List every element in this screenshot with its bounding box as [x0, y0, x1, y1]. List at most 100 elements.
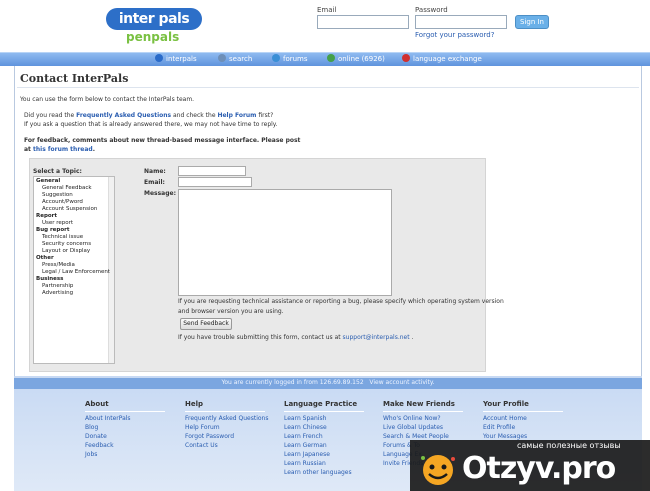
footer-link[interactable]: Learn Spanish	[284, 415, 326, 422]
tech-note-2: and browser version you are using.	[178, 308, 284, 315]
main-nav: interpals search forums online (6926) la…	[0, 52, 650, 66]
globe-icon	[155, 54, 163, 62]
trouble-suffix: .	[409, 334, 414, 341]
topic-option[interactable]: Suggestion	[42, 192, 73, 198]
footer-link[interactable]: Live Global Updates	[383, 424, 443, 431]
watermark-logo	[421, 455, 455, 485]
footer-link[interactable]: Donate	[85, 433, 107, 440]
topic-option[interactable]: Legal / Law Enforcement	[42, 269, 110, 275]
forum-icon	[272, 54, 280, 62]
footer-link[interactable]: Blog	[85, 424, 98, 431]
email-input[interactable]	[178, 177, 252, 187]
login-password-input[interactable]	[415, 15, 507, 29]
topic-option[interactable]: User report	[42, 220, 73, 226]
faq-prefix: Did you read the	[24, 112, 77, 119]
footer-link[interactable]: Your Messages	[483, 433, 527, 440]
email-field-label: Email:	[144, 179, 165, 186]
login-email-input[interactable]	[317, 15, 409, 29]
watermark-text: Otzyv.pro	[462, 451, 616, 486]
message-textarea[interactable]	[178, 189, 392, 296]
topic-group: Other	[36, 255, 54, 261]
interpals-logo[interactable]: inter pals penpals	[106, 8, 202, 44]
view-activity-link[interactable]: View account activity.	[369, 379, 434, 386]
footer-heading-friends: Make New Friends	[383, 400, 455, 408]
logo-top: inter pals	[106, 8, 202, 30]
footer-link[interactable]: Learn German	[284, 442, 327, 449]
feedback-text: For feedback, comments about new thread-…	[24, 137, 301, 144]
trouble-text: If you have trouble submitting this form…	[178, 334, 413, 341]
login-info: You are currently logged in from 126.69.…	[14, 379, 642, 386]
topic-option[interactable]: General Feedback	[42, 185, 92, 191]
watermark-tagline: самые полезные отзывы	[517, 441, 621, 450]
footer-link[interactable]: Account Home	[483, 415, 527, 422]
email-label: Email	[317, 6, 337, 14]
flag-icon	[402, 54, 410, 62]
faq-link[interactable]: Frequently Asked Questions	[76, 112, 171, 119]
name-label: Name:	[144, 168, 166, 175]
footer-rule	[185, 411, 265, 412]
support-email-link[interactable]: support@interpals.net	[343, 334, 410, 341]
nav-online-label: online (6926)	[338, 55, 385, 63]
nav-language-exchange[interactable]: language exchange	[402, 54, 482, 63]
topic-option[interactable]: Technical issue	[42, 234, 83, 240]
sign-in-button[interactable]: Sign In	[515, 15, 549, 29]
topic-option[interactable]: Account Suspension	[42, 206, 97, 212]
footer-link[interactable]: Contact Us	[185, 442, 218, 449]
topic-option[interactable]: Layout or Display	[42, 248, 90, 254]
message-label: Message:	[144, 190, 176, 197]
feedback-at: at	[24, 146, 34, 153]
topic-option[interactable]: Partnership	[42, 283, 73, 289]
topic-label: Select a Topic:	[33, 168, 82, 175]
topic-option[interactable]: Advertising	[42, 290, 73, 296]
footer-link[interactable]: Help Forum	[185, 424, 220, 431]
footer-link[interactable]: Learn French	[284, 433, 323, 440]
site-header: inter pals penpals Email Password Sign I…	[0, 0, 650, 52]
nav-interpals-label: interpals	[166, 55, 197, 63]
nav-search-label: search	[229, 55, 253, 63]
footer-link[interactable]: Who's Online Now?	[383, 415, 441, 422]
page-title: Contact InterPals	[20, 72, 129, 85]
faq-question: Did you read the Frequently Asked Questi…	[24, 112, 273, 119]
footer-rule	[383, 411, 463, 412]
footer-link[interactable]: Jobs	[85, 451, 97, 458]
nav-online[interactable]: online (6926)	[327, 54, 385, 63]
forum-thread-link[interactable]: this forum thread	[33, 146, 93, 153]
nav-language-exchange-label: language exchange	[413, 55, 482, 63]
topic-select[interactable]: General General Feedback Suggestion Acco…	[33, 176, 115, 364]
help-forum-link[interactable]: Help Forum	[217, 112, 256, 119]
tech-note-1: If you are requesting technical assistan…	[178, 298, 504, 305]
topic-group: Report	[36, 213, 58, 219]
footer-rule	[284, 411, 364, 412]
footer-link[interactable]: Learn Japanese	[284, 451, 330, 458]
intro-text: You can use the form below to contact th…	[20, 96, 195, 103]
footer-link[interactable]: Edit Profile	[483, 424, 515, 431]
footer-link[interactable]: Learn Russian	[284, 460, 326, 467]
forgot-password-link[interactable]: Forgot your password?	[415, 31, 494, 39]
footer-link[interactable]: Feedback	[85, 442, 114, 449]
footer-link[interactable]: About InterPals	[85, 415, 131, 422]
name-input[interactable]	[178, 166, 246, 176]
topic-option[interactable]: Security concerns	[42, 241, 91, 247]
nav-forums[interactable]: forums	[272, 54, 308, 63]
logo-top-text: inter pals	[118, 11, 190, 27]
footer-link[interactable]: Learn other languages	[284, 469, 352, 476]
topic-option[interactable]: Account/Pword	[42, 199, 83, 205]
logged-in-text: You are currently logged in from 126.69.…	[221, 379, 364, 386]
title-divider	[17, 87, 639, 88]
logo-bottom-text: penpals	[126, 30, 180, 44]
footer-link[interactable]: Search & Meet People	[383, 433, 449, 440]
nav-interpals[interactable]: interpals	[155, 54, 197, 63]
footer-rule	[483, 411, 563, 412]
faq-mid: and check the	[171, 112, 218, 119]
topic-group: Business	[36, 276, 64, 282]
nav-search[interactable]: search	[218, 54, 252, 63]
search-icon	[218, 54, 226, 62]
footer-link[interactable]: Frequently Asked Questions	[185, 415, 268, 422]
trouble-prefix: If you have trouble submitting this form…	[178, 334, 343, 341]
topic-group: General	[36, 178, 61, 184]
online-icon	[327, 54, 335, 62]
footer-link[interactable]: Forgot Password	[185, 433, 234, 440]
footer-link[interactable]: Learn Chinese	[284, 424, 327, 431]
topic-option[interactable]: Press/Media	[42, 262, 75, 268]
send-feedback-button[interactable]: Send Feedback	[180, 318, 232, 330]
